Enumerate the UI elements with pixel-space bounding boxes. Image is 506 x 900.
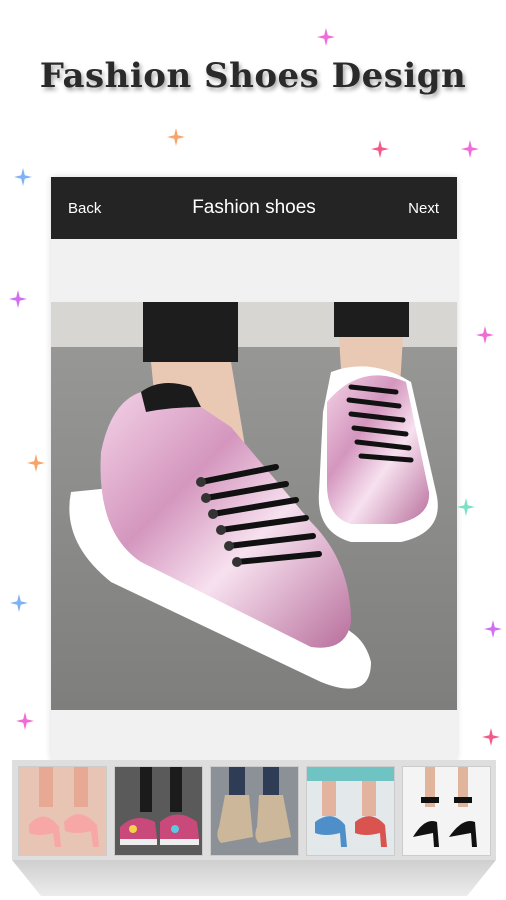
high-heel-icon — [19, 767, 106, 855]
app-bar: Back Fashion shoes Next — [51, 177, 457, 239]
sparkle-icon — [482, 728, 500, 746]
sparkle-icon — [27, 454, 45, 472]
main-shoe-photo — [51, 302, 457, 710]
sparkle-icon — [457, 498, 475, 516]
sparkle-icon — [371, 140, 389, 158]
promo-headline: Fashion Shoes Design — [39, 56, 467, 96]
sparkle-icon — [14, 168, 32, 186]
tray-shelf — [12, 860, 496, 896]
thumbnail-floral-sneakers[interactable] — [114, 766, 203, 856]
sparkle-icon — [10, 594, 28, 612]
sparkle-icon — [167, 128, 185, 146]
sparkle-icon — [9, 290, 27, 308]
pump-icon — [307, 767, 394, 855]
strap-heel-icon — [403, 767, 490, 855]
shoe-illustration — [51, 302, 457, 710]
sparkle-icon — [317, 28, 335, 46]
sparkle-icon — [484, 620, 502, 638]
boot-icon — [211, 767, 298, 855]
thumbnail-tray — [12, 760, 496, 860]
thumbnail-pink-high-heels[interactable] — [18, 766, 107, 856]
next-button[interactable]: Next — [408, 200, 439, 217]
sparkle-icon — [16, 712, 34, 730]
thumbnail-beige-ankle-boots[interactable] — [210, 766, 299, 856]
screen-title: Fashion shoes — [192, 197, 316, 218]
sneaker-icon — [115, 767, 202, 855]
thumbnail-black-ankle-strap-heels[interactable] — [402, 766, 491, 856]
thumbnail-floral-pumps[interactable] — [306, 766, 395, 856]
app-screen: Back Fashion shoes Next — [51, 177, 457, 760]
sparkle-icon — [476, 326, 494, 344]
sparkle-icon — [461, 140, 479, 158]
